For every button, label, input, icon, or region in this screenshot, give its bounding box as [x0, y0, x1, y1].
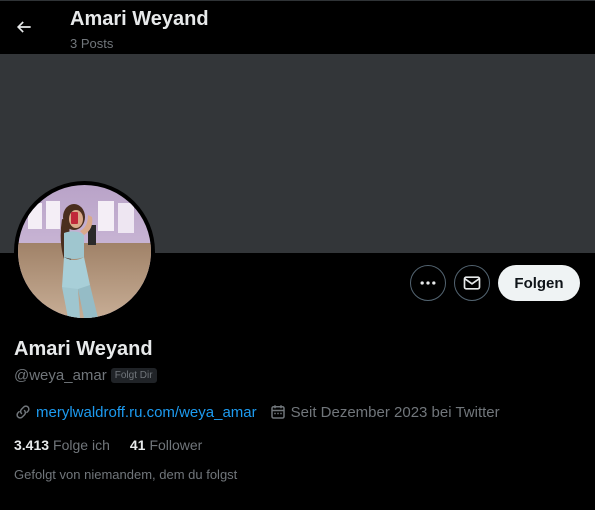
follows-you-badge: Folgt Dir — [110, 367, 157, 383]
link-icon — [14, 403, 32, 421]
following-count: 3.413 — [14, 437, 50, 453]
avatar-frame — [14, 181, 155, 322]
profile-meta: merylwaldroff.ru.com/weya_amar Seit Deze… — [14, 402, 500, 422]
avatar[interactable] — [18, 185, 151, 318]
display-name: Amari Weyand — [14, 338, 153, 360]
profile-header: Amari Weyand 3 Posts — [0, 1, 595, 54]
posts-count: 3 Posts — [70, 36, 114, 51]
followers-label: Follower — [149, 437, 203, 453]
envelope-icon — [463, 276, 481, 290]
header-title: Amari Weyand — [70, 8, 209, 30]
handle-row: @weya_amar Folgt Dir — [14, 366, 157, 384]
follow-button[interactable]: Folgen — [498, 265, 580, 301]
follow-stats: 3.413 Folge ich 41 Follower — [14, 436, 202, 454]
followers-count: 41 — [129, 437, 146, 453]
calendar-icon — [269, 403, 287, 421]
website-link[interactable]: merylwaldroff.ru.com/weya_amar — [36, 404, 257, 421]
join-date: Seit Dezember 2023 bei Twitter — [290, 403, 500, 421]
user-handle: @weya_amar — [14, 366, 107, 384]
arrow-left-icon — [16, 21, 31, 33]
back-button[interactable] — [8, 11, 40, 43]
mutual-followers-note: Gefolgt von niemandem, dem du folgst — [14, 467, 238, 482]
followers-link[interactable]: 41 Follower — [130, 437, 202, 453]
more-horizontal-icon — [420, 281, 436, 285]
more-options-button[interactable] — [410, 265, 446, 301]
avatar-photo — [18, 185, 151, 318]
following-label: Folge ich — [53, 437, 110, 453]
message-button[interactable] — [454, 265, 490, 301]
following-link[interactable]: 3.413 Folge ich — [14, 437, 110, 453]
